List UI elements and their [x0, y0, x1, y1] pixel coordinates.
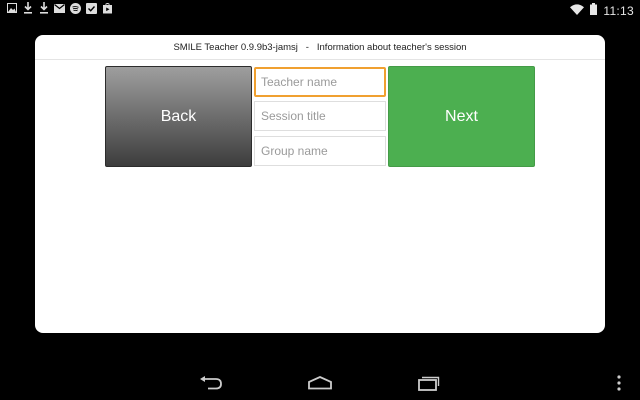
back-button[interactable]: Back — [105, 66, 252, 167]
next-button[interactable]: Next — [388, 66, 535, 167]
download-icon — [22, 2, 33, 14]
clock: 11:13 — [603, 4, 634, 18]
group-name-field[interactable] — [254, 136, 386, 166]
spotify-icon — [70, 2, 81, 14]
recent-apps-icon[interactable] — [414, 373, 444, 393]
play-store-icon — [102, 2, 113, 14]
task-check-icon — [86, 2, 97, 14]
session-title-field[interactable] — [254, 101, 386, 131]
gmail-icon — [54, 2, 65, 14]
download-icon — [38, 2, 49, 14]
session-title-input[interactable] — [261, 109, 385, 123]
teacher-name-input[interactable] — [261, 75, 384, 89]
group-name-input[interactable] — [261, 144, 385, 158]
next-button-label: Next — [445, 107, 478, 125]
android-screen: 11:13 SMILE Teacher 0.9.9b3-jamsj - Info… — [0, 0, 640, 400]
home-icon[interactable] — [305, 373, 335, 393]
dialog-title: SMILE Teacher 0.9.9b3-jamsj - Informatio… — [35, 35, 605, 60]
back-button-label: Back — [160, 107, 197, 125]
battery-icon — [590, 2, 598, 20]
system-status: 11:13 — [570, 2, 634, 20]
notification-icons — [6, 2, 113, 14]
navigation-bar — [0, 365, 640, 400]
overflow-menu-icon[interactable] — [609, 373, 629, 393]
back-icon[interactable] — [196, 373, 226, 393]
session-info-dialog: SMILE Teacher 0.9.9b3-jamsj - Informatio… — [35, 35, 605, 333]
image-icon — [6, 2, 17, 14]
teacher-name-field[interactable] — [254, 67, 386, 97]
wifi-icon — [570, 2, 585, 20]
status-bar: 11:13 — [0, 0, 640, 20]
